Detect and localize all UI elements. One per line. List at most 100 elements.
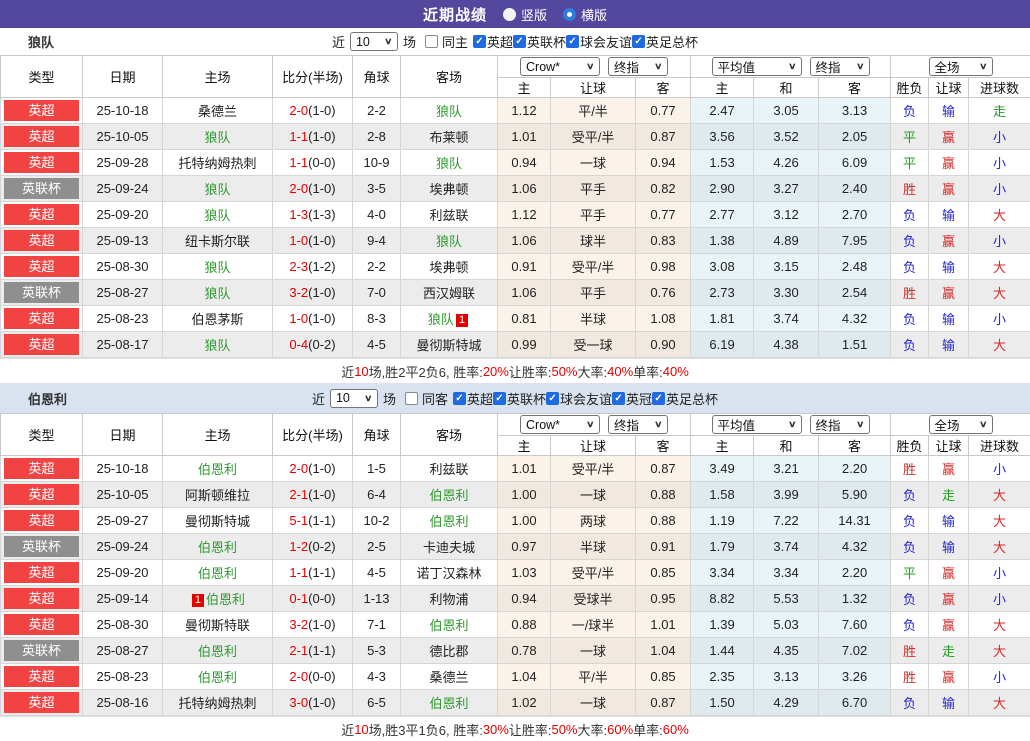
away-team-name[interactable]: 伯恩利: [429, 488, 468, 503]
away-team-cell[interactable]: 伯恩利: [401, 612, 498, 638]
away-team-name[interactable]: 伯恩利: [429, 696, 468, 711]
home-team-cell[interactable]: 伯恩利: [163, 560, 273, 586]
home-team-name[interactable]: 狼队: [204, 182, 230, 197]
same-venue-filter[interactable]: 同主: [425, 32, 468, 51]
away-team-name[interactable]: 西汉姆联: [423, 286, 475, 301]
team-name[interactable]: 伯恩利: [28, 389, 67, 408]
fulltime-select[interactable]: 全场∨: [929, 57, 993, 76]
away-team-name[interactable]: 埃弗顿: [429, 260, 468, 275]
league-filter[interactable]: ✓球会友谊: [566, 32, 632, 51]
away-team-name[interactable]: 利兹联: [429, 208, 468, 223]
odds-stage-select[interactable]: 终指∨: [608, 415, 668, 434]
home-team-cell[interactable]: 伯恩利: [163, 534, 273, 560]
home-team-name[interactable]: 狼队: [204, 260, 230, 275]
same-venue-filter[interactable]: 同客: [405, 389, 448, 408]
home-team-name[interactable]: 桑德兰: [198, 104, 237, 119]
home-team-name[interactable]: 伯恩利: [198, 644, 237, 659]
away-team-cell[interactable]: 曼彻斯特城: [401, 332, 498, 358]
layout-radio-vertical[interactable]: 竖版: [503, 5, 547, 24]
away-team-name[interactable]: 狼队: [436, 234, 462, 249]
away-team-name[interactable]: 利兹联: [429, 462, 468, 477]
away-team-cell[interactable]: 桑德兰: [401, 664, 498, 690]
home-team-cell[interactable]: 伯恩利: [163, 638, 273, 664]
layout-radio-horizontal[interactable]: 横版: [563, 5, 607, 24]
home-team-cell[interactable]: 托特纳姆热刺: [163, 690, 273, 716]
away-team-cell[interactable]: 伯恩利: [401, 690, 498, 716]
home-team-cell[interactable]: 狼队: [163, 332, 273, 358]
away-team-name[interactable]: 狼队: [436, 104, 462, 119]
away-team-name[interactable]: 利物浦: [429, 592, 468, 607]
league-filter[interactable]: ✓英超: [473, 32, 513, 51]
away-team-cell[interactable]: 狼队1: [401, 306, 498, 332]
home-team-name[interactable]: 曼彻斯特联: [185, 618, 250, 633]
away-team-cell[interactable]: 德比郡: [401, 638, 498, 664]
away-team-cell[interactable]: 埃弗顿: [401, 176, 498, 202]
away-team-cell[interactable]: 卡迪夫城: [401, 534, 498, 560]
league-filter[interactable]: ✓英冠: [612, 389, 652, 408]
home-team-cell[interactable]: 阿斯顿维拉: [163, 482, 273, 508]
checkbox-checked-icon[interactable]: ✓: [566, 35, 579, 48]
away-team-cell[interactable]: 布莱顿: [401, 124, 498, 150]
away-team-cell[interactable]: 狼队: [401, 228, 498, 254]
checkbox-checked-icon[interactable]: ✓: [453, 392, 466, 405]
fulltime-select[interactable]: 全场∨: [929, 415, 993, 434]
team-name[interactable]: 狼队: [28, 32, 54, 51]
away-team-name[interactable]: 桑德兰: [429, 670, 468, 685]
average-select[interactable]: 平均值∨: [712, 415, 802, 434]
away-team-name[interactable]: 曼彻斯特城: [416, 338, 481, 353]
away-team-name[interactable]: 狼队: [428, 312, 454, 327]
home-team-name[interactable]: 狼队: [204, 286, 230, 301]
away-team-cell[interactable]: 西汉姆联: [401, 280, 498, 306]
away-team-name[interactable]: 德比郡: [429, 644, 468, 659]
league-filter[interactable]: ✓英联杯: [493, 389, 546, 408]
away-team-cell[interactable]: 狼队: [401, 150, 498, 176]
away-team-name[interactable]: 伯恩利: [429, 618, 468, 633]
average-stage-select[interactable]: 终指∨: [810, 415, 870, 434]
away-team-cell[interactable]: 诺丁汉森林: [401, 560, 498, 586]
home-team-cell[interactable]: 伯恩利: [163, 456, 273, 482]
home-team-cell[interactable]: 狼队: [163, 124, 273, 150]
bookmaker-select[interactable]: Crow*∨: [520, 415, 600, 434]
home-team-cell[interactable]: 狼队: [163, 280, 273, 306]
home-team-cell[interactable]: 狼队: [163, 202, 273, 228]
home-team-name[interactable]: 伯恩利: [206, 592, 245, 607]
bookmaker-select[interactable]: Crow*∨: [520, 57, 600, 76]
home-team-name[interactable]: 狼队: [204, 208, 230, 223]
radio-unchecked-icon[interactable]: [503, 8, 516, 21]
home-team-name[interactable]: 伯恩茅斯: [191, 312, 243, 327]
home-team-cell[interactable]: 1伯恩利: [163, 586, 273, 612]
home-team-name[interactable]: 托特纳姆热刺: [178, 156, 256, 171]
away-team-cell[interactable]: 利物浦: [401, 586, 498, 612]
home-team-name[interactable]: 伯恩利: [198, 670, 237, 685]
away-team-name[interactable]: 伯恩利: [429, 514, 468, 529]
match-count-select[interactable]: 10 ∨: [330, 389, 378, 408]
away-team-name[interactable]: 诺丁汉森林: [416, 566, 481, 581]
home-team-name[interactable]: 曼彻斯特城: [185, 514, 250, 529]
league-filter[interactable]: ✓英足总杯: [652, 389, 718, 408]
away-team-cell[interactable]: 狼队: [401, 98, 498, 124]
home-team-name[interactable]: 纽卡斯尔联: [185, 234, 250, 249]
home-team-cell[interactable]: 伯恩茅斯: [163, 306, 273, 332]
home-team-cell[interactable]: 曼彻斯特联: [163, 612, 273, 638]
home-team-cell[interactable]: 曼彻斯特城: [163, 508, 273, 534]
league-filter[interactable]: ✓球会友谊: [546, 389, 612, 408]
checkbox-unchecked-icon[interactable]: [425, 35, 438, 48]
home-team-cell[interactable]: 伯恩利: [163, 664, 273, 690]
away-team-name[interactable]: 布莱顿: [429, 130, 468, 145]
match-count-select[interactable]: 10 ∨: [350, 32, 398, 51]
league-filter[interactable]: ✓英联杯: [513, 32, 566, 51]
checkbox-checked-icon[interactable]: ✓: [612, 392, 625, 405]
home-team-cell[interactable]: 狼队: [163, 176, 273, 202]
home-team-name[interactable]: 托特纳姆热刺: [178, 696, 256, 711]
home-team-name[interactable]: 伯恩利: [198, 540, 237, 555]
home-team-name[interactable]: 狼队: [204, 130, 230, 145]
checkbox-unchecked-icon[interactable]: [405, 392, 418, 405]
home-team-name[interactable]: 伯恩利: [198, 462, 237, 477]
away-team-name[interactable]: 卡迪夫城: [423, 540, 475, 555]
away-team-cell[interactable]: 利兹联: [401, 202, 498, 228]
away-team-cell[interactable]: 利兹联: [401, 456, 498, 482]
league-filter[interactable]: ✓英超: [453, 389, 493, 408]
radio-checked-icon[interactable]: [563, 8, 576, 21]
away-team-cell[interactable]: 埃弗顿: [401, 254, 498, 280]
home-team-name[interactable]: 狼队: [204, 338, 230, 353]
